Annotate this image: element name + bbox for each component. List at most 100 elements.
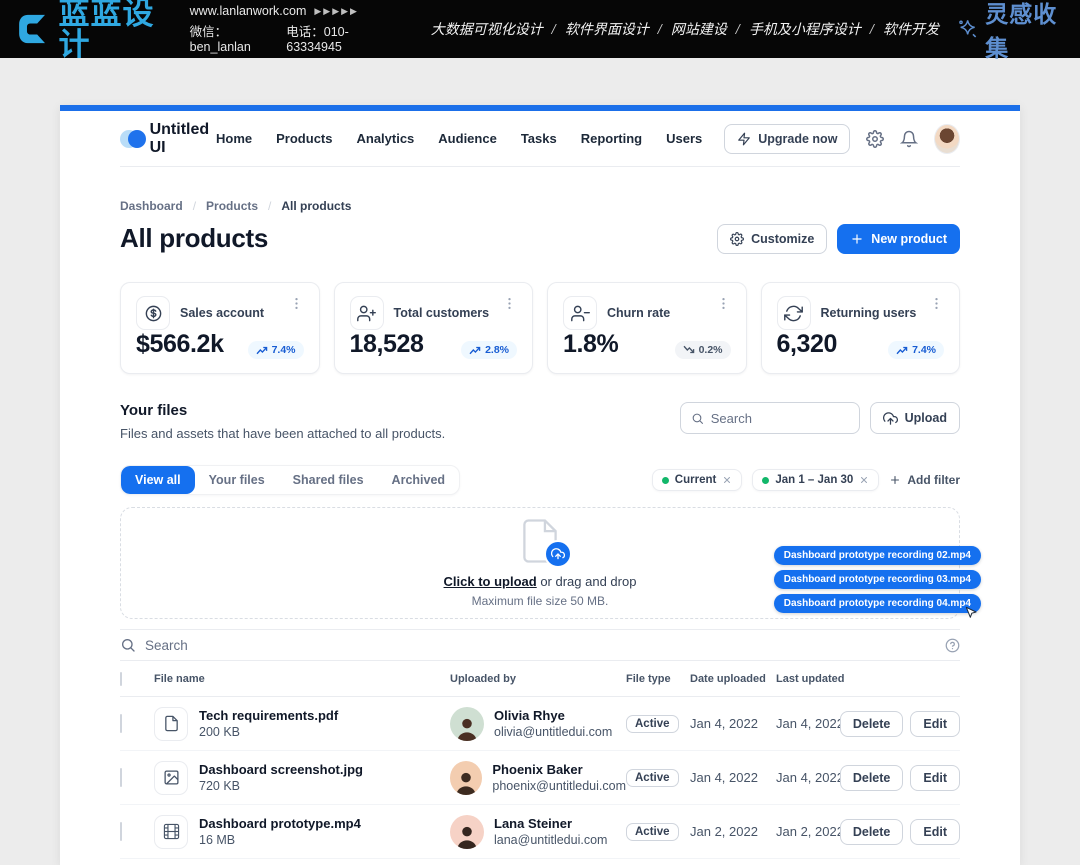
- column-file-name[interactable]: File name: [154, 673, 450, 685]
- file-name: Tech requirements.pdf: [199, 708, 338, 723]
- green-dot-icon: [762, 477, 769, 484]
- filter-date-range[interactable]: Jan 1 – Jan 30: [752, 469, 879, 491]
- kebab-menu-icon[interactable]: [502, 296, 517, 311]
- row-checkbox[interactable]: [120, 768, 122, 787]
- kebab-menu-icon[interactable]: [929, 296, 944, 311]
- banner-website[interactable]: www.lanlanwork.com: [190, 4, 307, 18]
- untitled-ui-logo-icon: [120, 130, 142, 148]
- uploading-pill: Dashboard prototype recording 04.mp4: [774, 594, 981, 613]
- user-avatar[interactable]: [934, 124, 960, 154]
- files-tab-group: View all Your files Shared files Archive…: [120, 465, 460, 495]
- table-row: Dashboard screenshot.jpg 720 KB Phoenix …: [120, 751, 960, 805]
- row-checkbox[interactable]: [120, 822, 122, 841]
- collect-label: 灵感收集: [985, 0, 1064, 63]
- edit-button[interactable]: Edit: [910, 765, 960, 791]
- nav-item-products[interactable]: Products: [276, 131, 332, 146]
- stats-row: Sales account $566.2k 7.4%: [120, 282, 960, 374]
- tab-view-all[interactable]: View all: [121, 466, 195, 494]
- dropzone-cta[interactable]: Click to upload or drag and drop: [444, 574, 637, 589]
- tab-shared-files[interactable]: Shared files: [279, 466, 378, 494]
- page-title: All products: [120, 223, 268, 254]
- user-minus-icon: [563, 296, 597, 330]
- column-file-type[interactable]: File type: [626, 673, 690, 685]
- files-section-subtitle: Files and assets that have been attached…: [120, 426, 445, 441]
- page-background: Untitled UI Home Products Analytics Audi…: [0, 58, 1080, 865]
- nav-item-audience[interactable]: Audience: [438, 131, 497, 146]
- nav-item-tasks[interactable]: Tasks: [521, 131, 557, 146]
- nav-item-analytics[interactable]: Analytics: [356, 131, 414, 146]
- delete-button[interactable]: Delete: [840, 765, 904, 791]
- status-badge: Active: [626, 823, 679, 841]
- breadcrumb-products[interactable]: Products: [206, 199, 258, 213]
- breadcrumb-dashboard[interactable]: Dashboard: [120, 199, 183, 213]
- arrows-decoration: ▶▶▶▶▶: [314, 6, 359, 17]
- stat-card-sales: Sales account $566.2k 7.4%: [120, 282, 320, 374]
- files-section-title: Your files: [120, 402, 445, 419]
- bell-icon[interactable]: [900, 130, 918, 148]
- row-checkbox[interactable]: [120, 714, 122, 733]
- app-header: Untitled UI Home Products Analytics Audi…: [120, 111, 960, 167]
- brand[interactable]: Untitled UI: [120, 121, 216, 157]
- nav-item-users[interactable]: Users: [666, 131, 702, 146]
- table-row: Dashboard prototype.mp4 16 MB Lana Stein…: [120, 805, 960, 859]
- upload-button[interactable]: Upload: [870, 402, 960, 434]
- stat-value: 18,528: [350, 330, 424, 359]
- file-size: 200 KB: [199, 725, 338, 739]
- table-search-input[interactable]: [145, 638, 936, 653]
- delete-button[interactable]: Delete: [840, 819, 904, 845]
- service-item: 软件开发: [883, 19, 939, 39]
- sparkle-icon: [957, 16, 978, 42]
- banner-logo[interactable]: 蓝蓝设计: [16, 0, 164, 60]
- kebab-menu-icon[interactable]: [289, 296, 304, 311]
- dollar-circle-icon: [136, 296, 170, 330]
- delete-button[interactable]: Delete: [840, 711, 904, 737]
- new-product-button[interactable]: New product: [837, 224, 960, 254]
- service-item: 大数据可视化设计: [431, 19, 543, 39]
- column-uploaded-by[interactable]: Uploaded by: [450, 673, 626, 685]
- service-item: 软件界面设计: [565, 19, 649, 39]
- uploader-email: phoenix@untitledui.com: [492, 779, 626, 793]
- upload-dropzone[interactable]: Click to upload or drag and drop Maximum…: [120, 507, 960, 619]
- add-filter-button[interactable]: Add filter: [889, 473, 960, 487]
- files-search[interactable]: [680, 402, 860, 434]
- close-icon[interactable]: [722, 475, 732, 485]
- settings-icon[interactable]: [866, 130, 884, 148]
- uploader-email: lana@untitledui.com: [494, 833, 607, 847]
- plus-icon: [850, 232, 864, 246]
- column-last-updated[interactable]: Last updated: [776, 673, 856, 685]
- date-uploaded: Jan 4, 2022: [690, 770, 776, 785]
- breadcrumb: Dashboard / Products / All products: [120, 199, 960, 213]
- tab-archived[interactable]: Archived: [378, 466, 460, 494]
- customize-button[interactable]: Customize: [717, 224, 827, 254]
- kebab-menu-icon[interactable]: [716, 296, 731, 311]
- search-icon: [691, 411, 704, 426]
- date-uploaded: Jan 4, 2022: [690, 716, 776, 731]
- zap-icon: [737, 132, 751, 146]
- trend-badge: 7.4%: [888, 341, 944, 359]
- gear-icon: [730, 232, 744, 246]
- table-header: File name Uploaded by File type Date upl…: [120, 661, 960, 697]
- tab-your-files[interactable]: Your files: [195, 466, 279, 494]
- nav-item-reporting[interactable]: Reporting: [581, 131, 642, 146]
- help-circle-icon[interactable]: [945, 638, 960, 653]
- uploading-pill: Dashboard prototype recording 02.mp4: [774, 546, 981, 565]
- avatar: [450, 707, 484, 741]
- column-date-uploaded[interactable]: Date uploaded: [690, 673, 776, 685]
- edit-button[interactable]: Edit: [910, 711, 960, 737]
- trend-badge: 7.4%: [248, 341, 304, 359]
- stat-value: $566.2k: [136, 330, 224, 359]
- inspiration-collect[interactable]: 灵感收集: [957, 0, 1064, 63]
- table-search[interactable]: [120, 629, 960, 661]
- close-icon[interactable]: [859, 475, 869, 485]
- nav-item-home[interactable]: Home: [216, 131, 252, 146]
- filter-current[interactable]: Current: [652, 469, 743, 491]
- files-search-input[interactable]: [711, 411, 849, 426]
- trend-down-icon: [683, 345, 695, 355]
- table-row: Tech requirements.pdf 200 KB Olivia Rhye…: [120, 697, 960, 751]
- dashboard-card: Untitled UI Home Products Analytics Audi…: [60, 105, 1020, 865]
- uploader-email: olivia@untitledui.com: [494, 725, 612, 739]
- upgrade-button[interactable]: Upgrade now: [724, 124, 850, 154]
- select-all-checkbox[interactable]: [120, 672, 122, 686]
- edit-button[interactable]: Edit: [910, 819, 960, 845]
- breadcrumb-current: All products: [281, 199, 351, 213]
